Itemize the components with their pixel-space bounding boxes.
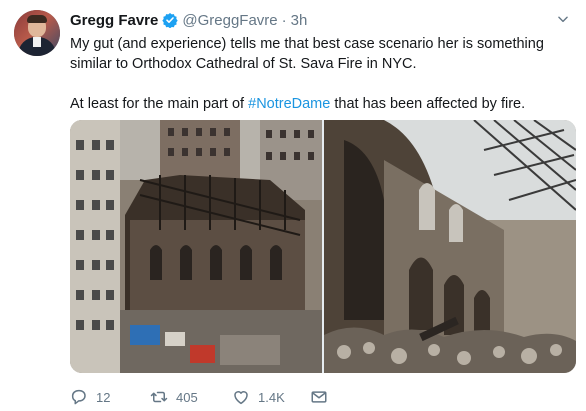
like-count: 1.4K <box>258 389 285 405</box>
media-grid[interactable] <box>70 120 576 373</box>
avatar-collar <box>33 37 41 47</box>
reply-button[interactable]: 12 <box>70 388 110 406</box>
tweet-text-paragraph-1: My gut (and experience) tells me that be… <box>70 36 544 72</box>
hashtag-link[interactable]: #NotreDame <box>248 96 330 112</box>
reply-icon <box>71 389 86 405</box>
tweet[interactable]: Gregg Favre @GreggFavre · 3h My gut (and… <box>0 0 586 411</box>
text-prefix: At least for the main part of <box>70 96 249 112</box>
retweet-button[interactable]: 405 <box>150 388 198 406</box>
reply-count: 12 <box>96 389 111 405</box>
tweet-text: My gut (and experience) tells me that be… <box>70 34 570 114</box>
chevron-down-icon[interactable] <box>556 12 570 26</box>
retweet-count: 405 <box>176 389 198 405</box>
direct-message-button[interactable] <box>310 388 328 406</box>
avatar-hair <box>27 15 47 23</box>
like-icon <box>234 391 248 405</box>
media-photo-cathedral-interior[interactable] <box>324 120 576 373</box>
header-separator: · <box>281 11 287 29</box>
text-suffix: that has been affected by fire. <box>330 96 526 112</box>
like-button[interactable]: 1.4K <box>232 388 285 406</box>
retweet-icon <box>150 391 168 403</box>
verified-badge-icon <box>162 13 179 28</box>
tweet-timestamp[interactable]: 3h <box>291 12 308 29</box>
tweet-text-paragraph-2: At least for the main part of #NotreDame… <box>70 94 570 114</box>
avatar[interactable] <box>14 10 60 56</box>
author-name[interactable]: Gregg Favre <box>70 12 158 29</box>
author-handle[interactable]: @GreggFavre <box>182 12 277 29</box>
tweet-header: Gregg Favre @GreggFavre · 3h <box>70 10 307 30</box>
media-photo-cathedral-aerial[interactable] <box>70 120 322 373</box>
direct-message-icon <box>311 391 327 403</box>
